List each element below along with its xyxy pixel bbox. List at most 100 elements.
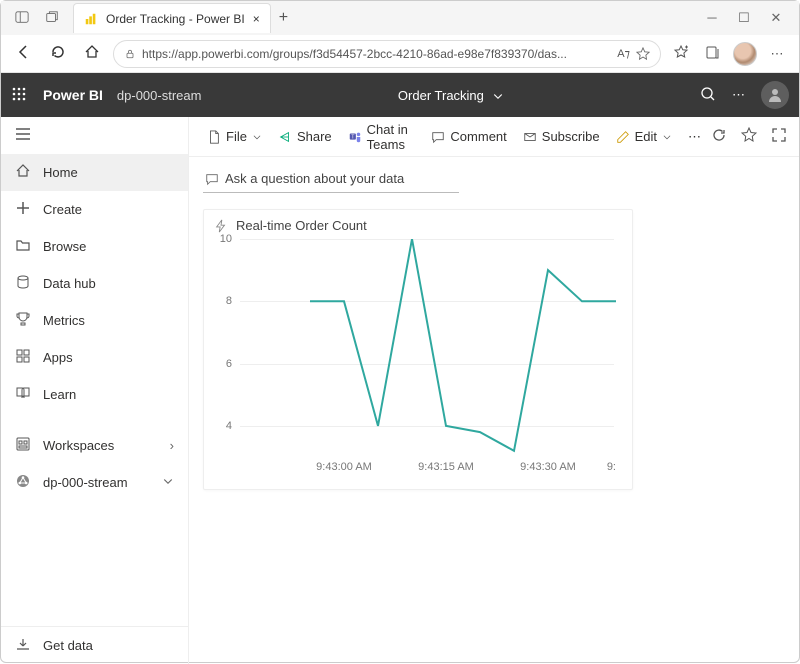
header-workspace-name: dp-000-stream — [117, 88, 202, 103]
comment-label: Comment — [450, 129, 506, 144]
pencil-icon — [616, 130, 630, 144]
book-icon — [15, 385, 31, 404]
sidebar-current-workspace[interactable]: dp-000-stream — [1, 464, 188, 501]
powerbi-header: Power BI dp-000-stream Order Tracking ⋯ — [1, 73, 799, 117]
chat-teams-button[interactable]: T Chat in Teams — [342, 118, 422, 156]
favorite-star-icon[interactable] — [636, 47, 650, 61]
sidebar-item-home[interactable]: Home — [1, 154, 188, 191]
refresh-visuals-icon[interactable] — [711, 127, 727, 146]
sidebar-item-label: Learn — [43, 387, 76, 402]
user-avatar[interactable] — [761, 81, 789, 109]
sidebar-get-data[interactable]: Get data — [1, 627, 188, 664]
search-icon[interactable] — [700, 86, 716, 105]
sidebar-item-create[interactable]: Create — [1, 191, 188, 228]
share-icon — [278, 130, 292, 144]
lock-icon — [124, 48, 136, 60]
reader-mode-icon[interactable]: A⁊ — [617, 47, 630, 60]
chat-bubble-icon — [205, 172, 219, 186]
ask-placeholder: Ask a question about your data — [225, 171, 404, 186]
sidebar-item-learn[interactable]: Learn — [1, 376, 188, 413]
window-maximize-button[interactable]: ☐ — [735, 10, 753, 26]
sidebar-item-browse[interactable]: Browse — [1, 228, 188, 265]
chevron-down-icon — [662, 132, 672, 142]
trophy-icon — [15, 311, 31, 330]
dashboard-toolbar: File Share T Chat in Teams Comment Subsc… — [189, 117, 799, 157]
browser-tab[interactable]: Order Tracking - Power BI × — [73, 3, 271, 33]
workspace-node-icon — [15, 473, 31, 492]
home-icon — [15, 163, 31, 182]
share-label: Share — [297, 129, 332, 144]
subscribe-button[interactable]: Subscribe — [517, 125, 606, 148]
favorites-icon[interactable] — [669, 44, 693, 63]
chevron-down-icon — [492, 90, 504, 102]
sidebar-item-label: Workspaces — [43, 438, 114, 453]
sidebar-item-label: Data hub — [43, 276, 96, 291]
dashboard-title-dropdown[interactable]: Order Tracking — [215, 88, 686, 103]
apps-icon — [15, 348, 31, 367]
sidebar-item-label: Create — [43, 202, 82, 217]
getdata-icon — [15, 636, 31, 655]
file-menu[interactable]: File — [201, 125, 268, 148]
x-axis: 9:43:00 AM9:43:15 AM9:43:30 AM9: — [240, 459, 614, 479]
tabs-icon[interactable] — [37, 10, 67, 27]
chart-title: Real-time Order Count — [236, 218, 367, 233]
y-axis: 46810 — [214, 239, 236, 457]
window-close-button[interactable]: ✕ — [767, 10, 785, 26]
header-more-icon[interactable]: ⋯ — [732, 87, 745, 103]
sidebar-collapse-button[interactable] — [1, 117, 188, 154]
home-button[interactable] — [79, 44, 105, 63]
app-launcher-icon[interactable] — [11, 86, 29, 104]
tab-close-icon[interactable]: × — [253, 12, 260, 26]
new-tab-button[interactable]: + — [279, 9, 288, 27]
chevron-down-icon — [252, 132, 262, 142]
sidebar-workspaces[interactable]: Workspaces › — [1, 427, 188, 464]
app-title: Power BI — [43, 87, 103, 103]
dashboard-title: Order Tracking — [398, 88, 484, 103]
sidebar-item-label: Browse — [43, 239, 86, 254]
refresh-button[interactable] — [45, 44, 71, 63]
sidebar-item-label: Apps — [43, 350, 73, 365]
url-input[interactable]: https://app.powerbi.com/groups/f3d54457-… — [113, 40, 661, 68]
subscribe-label: Subscribe — [542, 129, 600, 144]
chart-tile[interactable]: Real-time Order Count 46810 9:43:00 AM9:… — [203, 209, 633, 490]
share-button[interactable]: Share — [272, 125, 338, 148]
chevron-right-icon: › — [170, 438, 174, 453]
browser-menu-icon[interactable]: ⋯ — [765, 46, 789, 62]
collections-icon[interactable] — [701, 44, 725, 63]
window-minimize-button[interactable]: ─ — [703, 10, 721, 26]
main-content: File Share T Chat in Teams Comment Subsc… — [189, 117, 799, 664]
sidebar-item-label: Metrics — [43, 313, 85, 328]
powerbi-favicon-icon — [84, 12, 98, 26]
folder-icon — [15, 237, 31, 256]
datahub-icon — [15, 274, 31, 293]
toolbar-more-icon[interactable]: ⋯ — [682, 125, 707, 149]
browser-profile-avatar[interactable] — [733, 42, 757, 66]
chart-line — [240, 239, 620, 457]
browser-address-bar: https://app.powerbi.com/groups/f3d54457-… — [1, 35, 799, 73]
chevron-down-icon — [162, 475, 174, 490]
edit-label: Edit — [635, 129, 657, 144]
file-label: File — [226, 129, 247, 144]
edit-button[interactable]: Edit — [610, 125, 678, 148]
ask-question-input[interactable]: Ask a question about your data — [203, 167, 459, 193]
file-icon — [207, 130, 221, 144]
workspaces-icon — [15, 436, 31, 455]
fullscreen-icon[interactable] — [771, 127, 787, 146]
sidebar-item-label: Home — [43, 165, 78, 180]
comment-icon — [431, 130, 445, 144]
sidebar-toggle-icon[interactable] — [7, 10, 37, 27]
plus-icon — [15, 200, 31, 219]
sidebar-item-apps[interactable]: Apps — [1, 339, 188, 376]
comment-button[interactable]: Comment — [425, 125, 512, 148]
browser-tab-title: Order Tracking - Power BI — [106, 12, 245, 26]
back-button[interactable] — [11, 44, 37, 63]
mail-icon — [523, 130, 537, 144]
sidebar-item-label: Get data — [43, 638, 93, 653]
chat-label: Chat in Teams — [367, 122, 416, 152]
sidebar-item-datahub[interactable]: Data hub — [1, 265, 188, 302]
browser-titlebar: Order Tracking - Power BI × + ─ ☐ ✕ — [1, 1, 799, 35]
sidebar-item-metrics[interactable]: Metrics — [1, 302, 188, 339]
lightning-icon — [214, 219, 228, 233]
sidebar-item-label: dp-000-stream — [43, 475, 128, 490]
favorite-icon[interactable] — [741, 127, 757, 146]
